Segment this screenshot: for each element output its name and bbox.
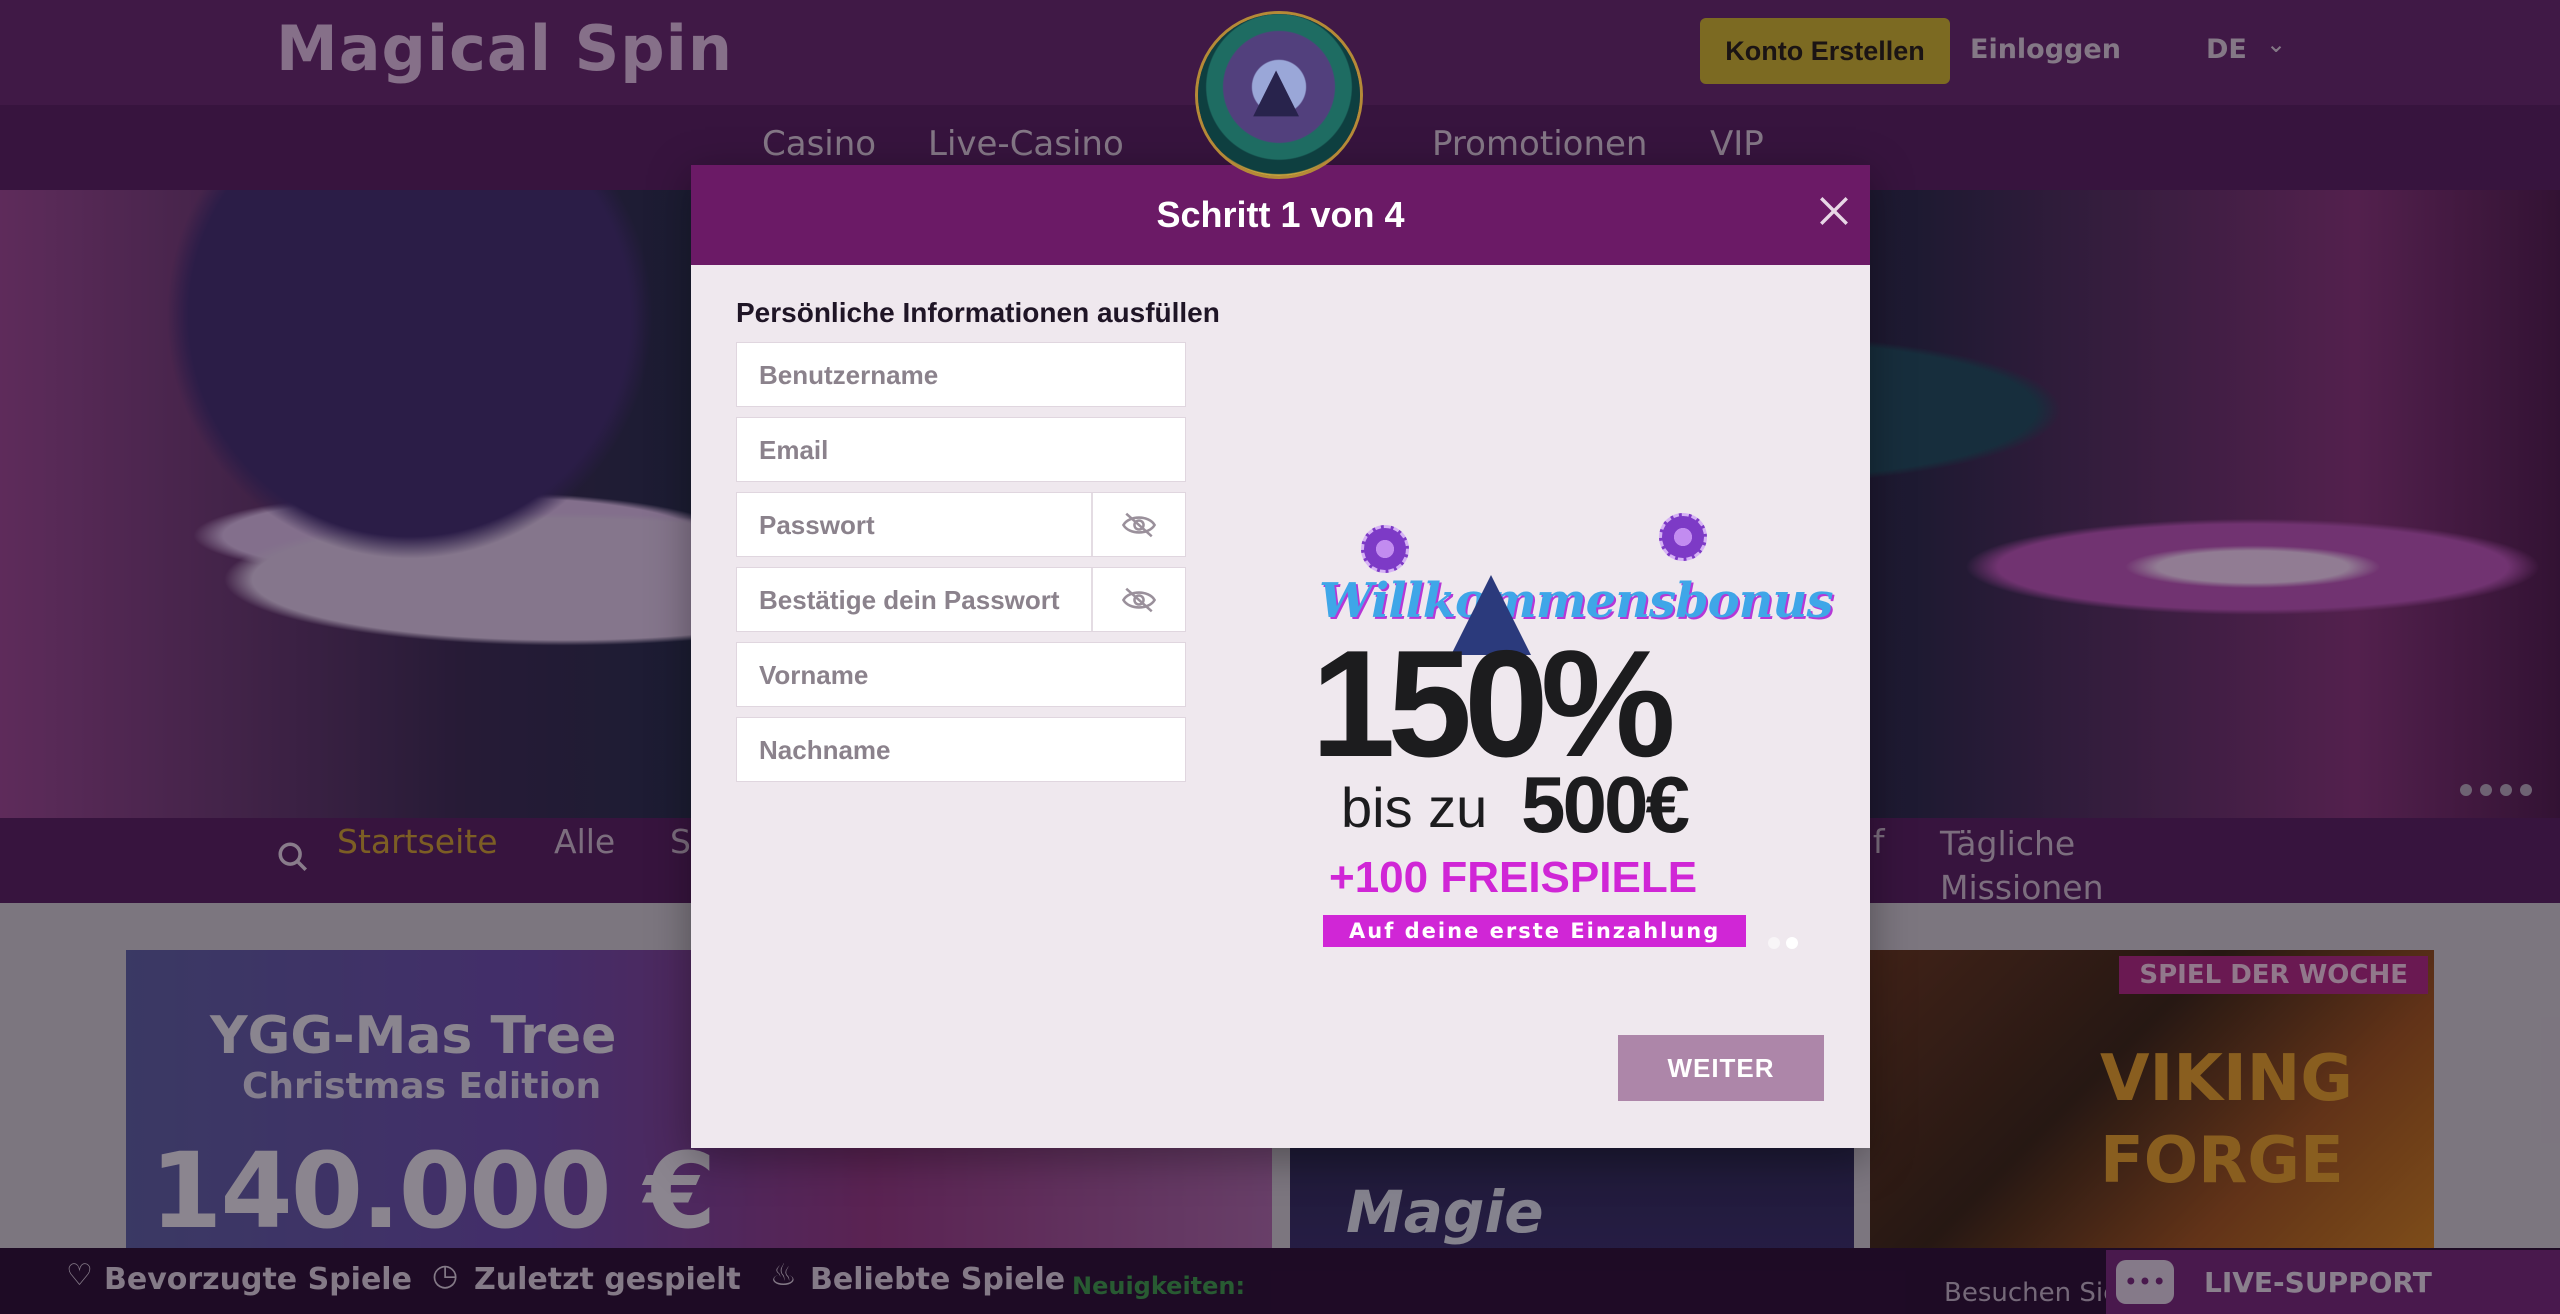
section-label: Persönliche Informationen ausfüllen (736, 297, 1220, 328)
eye-off-icon[interactable] (1091, 568, 1185, 631)
confirm-password-placeholder: Bestätige dein Passwort (759, 585, 1060, 615)
password-field[interactable]: Passwort (736, 492, 1186, 557)
promo-amount: 500€ (1521, 760, 1690, 849)
promo-free-spins: +100 FREISPIELE (1329, 853, 1698, 902)
welcome-bonus-promo: Willkommensbonus 150% bis zu 500€ +100 F… (1311, 513, 1833, 955)
wizard-badge-logo[interactable]: ▲ (1198, 14, 1360, 176)
username-placeholder: Benutzername (759, 360, 939, 390)
eye-off-icon[interactable] (1091, 493, 1185, 556)
carousel-dot[interactable] (1786, 937, 1798, 949)
password-placeholder: Passwort (759, 510, 875, 540)
first-name-placeholder: Vorname (759, 660, 869, 690)
promo-carousel-dots (1768, 937, 1798, 949)
page: Magical Spin Konto Erstellen Einloggen D… (0, 0, 2560, 1314)
casino-chip-icon (1361, 525, 1409, 573)
first-name-field[interactable]: Vorname (736, 642, 1186, 707)
promo-upto: bis zu (1341, 776, 1488, 839)
wizard-hat-icon: ▲ (1253, 54, 1300, 124)
close-icon[interactable] (1814, 191, 1854, 231)
email-placeholder: Email (759, 435, 829, 465)
modal-header: Schritt 1 von 4 (691, 165, 1870, 265)
modal-title: Schritt 1 von 4 (1156, 194, 1405, 235)
registration-modal: Schritt 1 von 4 Persönliche Informatione… (691, 165, 1870, 1148)
last-name-placeholder: Nachname (759, 735, 891, 765)
next-button[interactable]: WEITER (1618, 1035, 1824, 1101)
casino-chip-icon (1659, 513, 1707, 561)
email-field[interactable]: Email (736, 417, 1186, 482)
last-name-field[interactable]: Nachname (736, 717, 1186, 782)
carousel-dot[interactable] (1768, 937, 1780, 949)
username-field[interactable]: Benutzername (736, 342, 1186, 407)
confirm-password-field[interactable]: Bestätige dein Passwort (736, 567, 1186, 632)
promo-deposit-note: Auf deine erste Einzahlung (1323, 915, 1747, 947)
